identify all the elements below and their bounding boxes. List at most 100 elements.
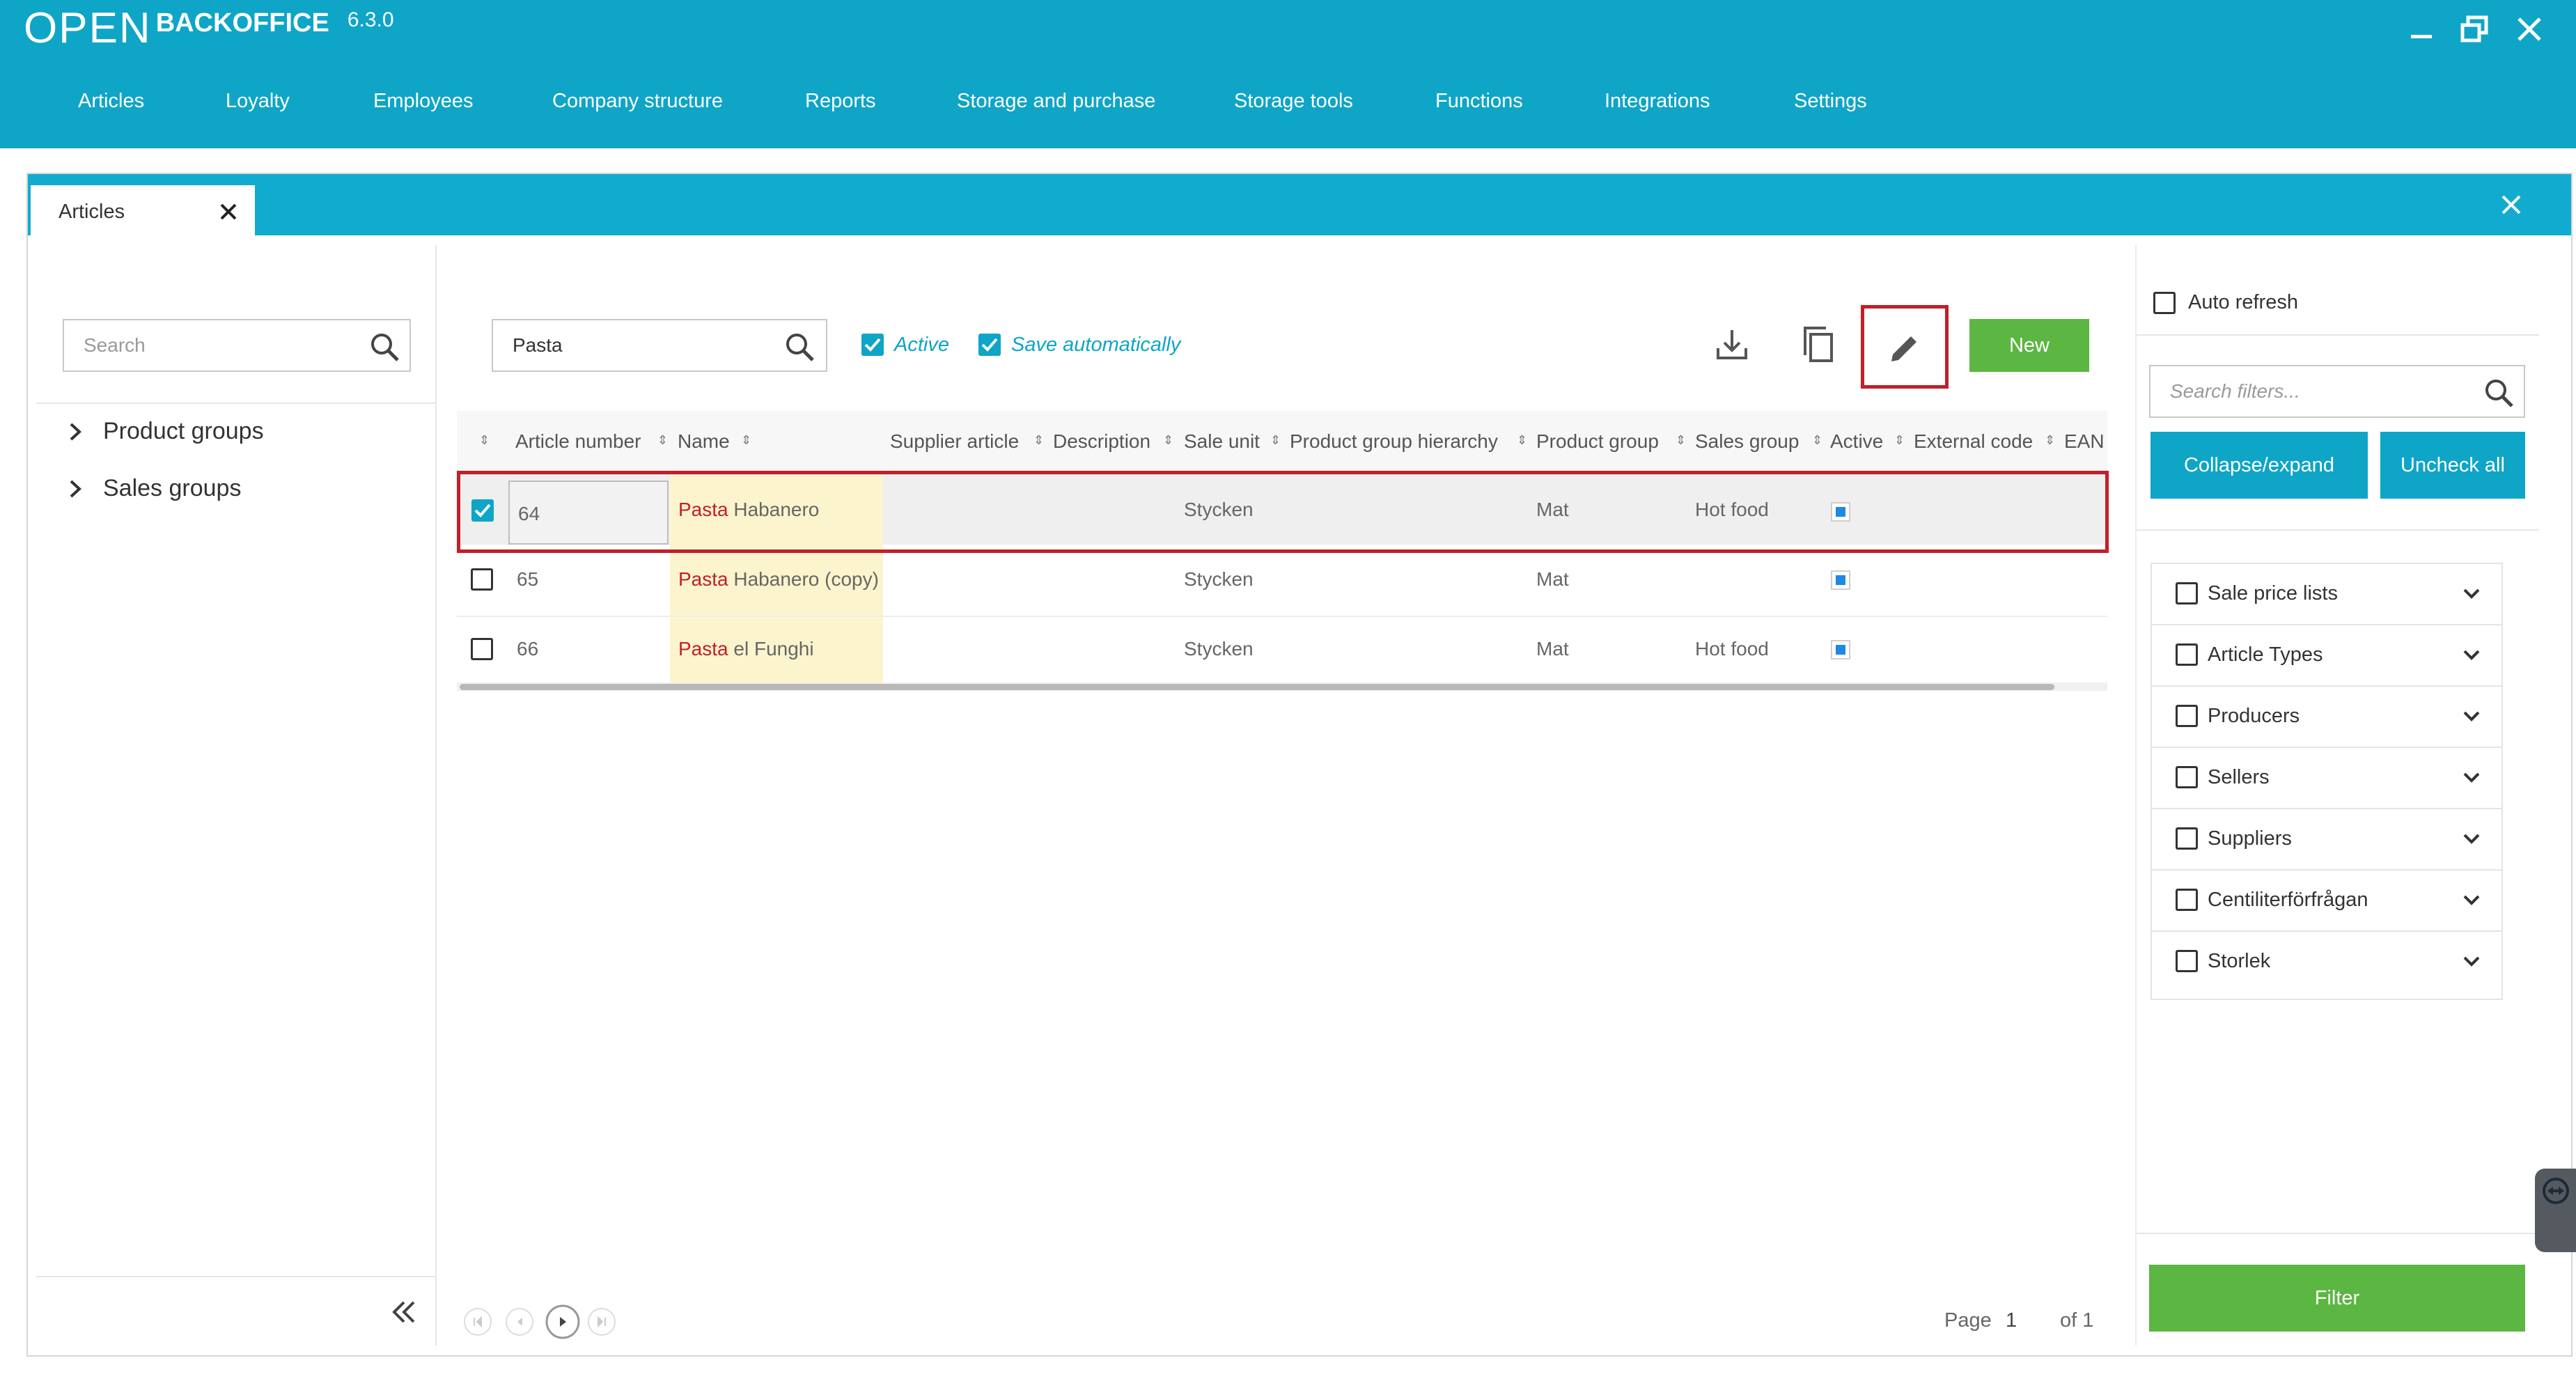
- current-page[interactable]: 1: [2006, 1309, 2017, 1332]
- save-automatically-checkbox[interactable]: Save automatically: [978, 333, 1180, 357]
- column-sale-unit[interactable]: Sale unit: [1184, 430, 1260, 453]
- sort-icon[interactable]: ⇕: [1270, 433, 1281, 448]
- search-icon[interactable]: [2483, 377, 2514, 408]
- edit-button[interactable]: [1861, 305, 1949, 389]
- row-checkbox[interactable]: [471, 568, 493, 591]
- horizontal-scrollbar-thumb[interactable]: [460, 684, 2054, 690]
- uncheck-all-button[interactable]: Uncheck all: [2380, 432, 2525, 499]
- filter-label: Sellers: [2208, 766, 2270, 788]
- last-page-icon[interactable]: [586, 1306, 617, 1337]
- filter-producers[interactable]: Producers: [2152, 687, 2501, 748]
- sort-icon[interactable]: ⇕: [479, 433, 490, 448]
- chevron-down-icon[interactable]: [2462, 832, 2481, 847]
- checkbox-icon[interactable]: [2176, 766, 2198, 788]
- menu-item-articles[interactable]: Articles: [78, 90, 144, 113]
- column-active[interactable]: Active: [1830, 430, 1883, 453]
- filter-search-input[interactable]: Search filters...: [2149, 365, 2525, 418]
- checkbox-checked-icon[interactable]: [861, 333, 884, 357]
- article-number-cell-editor[interactable]: 64: [508, 481, 669, 545]
- tree-item-sales-groups[interactable]: Sales groups: [64, 475, 241, 502]
- menu-item-loyalty[interactable]: Loyalty: [226, 90, 290, 113]
- copy-icon[interactable]: [1801, 325, 1836, 365]
- checkbox-checked-icon[interactable]: [471, 499, 494, 522]
- sort-icon[interactable]: ⇕: [657, 433, 668, 448]
- sort-icon[interactable]: ⇕: [2045, 433, 2055, 448]
- menu-item-functions[interactable]: Functions: [1435, 90, 1523, 113]
- checkbox-checked-icon[interactable]: [978, 333, 1001, 357]
- column-sales-group[interactable]: Sales group: [1695, 430, 1799, 453]
- checkbox-icon[interactable]: [2176, 950, 2198, 972]
- checkbox-icon[interactable]: [2176, 705, 2198, 727]
- menu-item-settings[interactable]: Settings: [1794, 90, 1867, 113]
- column-ean[interactable]: EAN: [2064, 430, 2105, 453]
- tree-item-product-groups[interactable]: Product groups: [64, 418, 264, 445]
- remote-session-tab[interactable]: [2535, 1169, 2576, 1252]
- column-product-group[interactable]: Product group: [1536, 430, 1659, 453]
- row-checkbox[interactable]: [471, 638, 493, 660]
- checkbox-icon[interactable]: [2176, 582, 2198, 604]
- chevron-down-icon[interactable]: [2462, 954, 2481, 969]
- auto-refresh-checkbox[interactable]: Auto refresh: [2153, 291, 2298, 314]
- article-name: Pasta Habanero: [678, 499, 819, 521]
- next-page-icon[interactable]: [545, 1304, 581, 1340]
- filter-article-types[interactable]: Article Types: [2152, 625, 2501, 687]
- sort-icon[interactable]: ⇕: [1517, 433, 1527, 448]
- filter-storlek[interactable]: Storlek: [2152, 932, 2501, 993]
- sort-icon[interactable]: ⇕: [1163, 433, 1173, 448]
- menu-item-integrations[interactable]: Integrations: [1605, 90, 1710, 113]
- sort-icon[interactable]: ⇕: [1033, 433, 1044, 448]
- article-number: 65: [517, 568, 539, 590]
- previous-page-icon[interactable]: [504, 1306, 535, 1337]
- filter-centiliterforfragan[interactable]: Centiliterförfrågan: [2152, 871, 2501, 932]
- chevron-down-icon[interactable]: [2462, 709, 2481, 724]
- checkbox-icon[interactable]: [2176, 827, 2198, 850]
- column-description[interactable]: Description: [1053, 430, 1150, 453]
- minimize-button[interactable]: [2403, 10, 2442, 49]
- sort-icon[interactable]: ⇕: [1676, 433, 1686, 448]
- column-supplier-article[interactable]: Supplier article: [890, 430, 1019, 453]
- column-name[interactable]: Name: [678, 430, 730, 453]
- filter-sellers[interactable]: Sellers: [2152, 748, 2501, 809]
- checkbox-icon[interactable]: [2153, 291, 2176, 314]
- close-panel-icon[interactable]: [2500, 194, 2522, 216]
- chevron-down-icon[interactable]: [2462, 586, 2481, 602]
- active-checkbox[interactable]: Active: [861, 333, 949, 357]
- first-page-icon[interactable]: [462, 1306, 493, 1337]
- restore-button[interactable]: [2456, 10, 2495, 49]
- column-article-number[interactable]: Article number: [515, 430, 641, 453]
- new-button[interactable]: New: [1969, 319, 2089, 372]
- search-icon[interactable]: [369, 331, 400, 362]
- download-icon[interactable]: [1715, 327, 1749, 362]
- divider: [2135, 529, 2539, 531]
- tree-search-input[interactable]: Search: [63, 319, 411, 372]
- app-logo: OPEN BACKOFFICE 6.3.0: [24, 4, 394, 52]
- column-external-code[interactable]: External code: [1914, 430, 2033, 453]
- chevron-down-icon[interactable]: [2462, 648, 2481, 663]
- column-product-group-hierarchy[interactable]: Product group hierarchy: [1290, 430, 1498, 453]
- total-pages: of 1: [2060, 1309, 2094, 1332]
- menu-item-storage-purchase[interactable]: Storage and purchase: [957, 90, 1155, 113]
- menu-item-storage-tools[interactable]: Storage tools: [1234, 90, 1353, 113]
- article-search-input[interactable]: Pasta: [492, 319, 827, 372]
- menu-item-company-structure[interactable]: Company structure: [552, 90, 723, 113]
- chevron-down-icon[interactable]: [2462, 893, 2481, 908]
- article-number: 64: [518, 503, 540, 524]
- sort-icon[interactable]: ⇕: [1812, 433, 1822, 448]
- filter-button[interactable]: Filter: [2149, 1265, 2525, 1332]
- sort-icon[interactable]: ⇕: [741, 433, 751, 448]
- filter-sale-price-lists[interactable]: Sale price lists: [2152, 564, 2501, 625]
- search-icon[interactable]: [784, 331, 815, 362]
- close-window-button[interactable]: [2510, 10, 2549, 49]
- collapse-expand-button[interactable]: Collapse/expand: [2150, 432, 2368, 499]
- checkbox-icon[interactable]: [2176, 643, 2198, 666]
- close-tab-icon[interactable]: [219, 202, 238, 221]
- tab-articles[interactable]: Articles: [31, 185, 255, 235]
- filter-suppliers[interactable]: Suppliers: [2152, 809, 2501, 871]
- menu-item-employees[interactable]: Employees: [373, 90, 473, 113]
- article-name: Pasta Habanero (copy): [678, 568, 879, 591]
- checkbox-icon[interactable]: [2176, 889, 2198, 911]
- menu-item-reports[interactable]: Reports: [805, 90, 876, 113]
- sort-icon[interactable]: ⇕: [1894, 433, 1905, 448]
- collapse-left-icon[interactable]: [390, 1300, 418, 1325]
- chevron-down-icon[interactable]: [2462, 770, 2481, 786]
